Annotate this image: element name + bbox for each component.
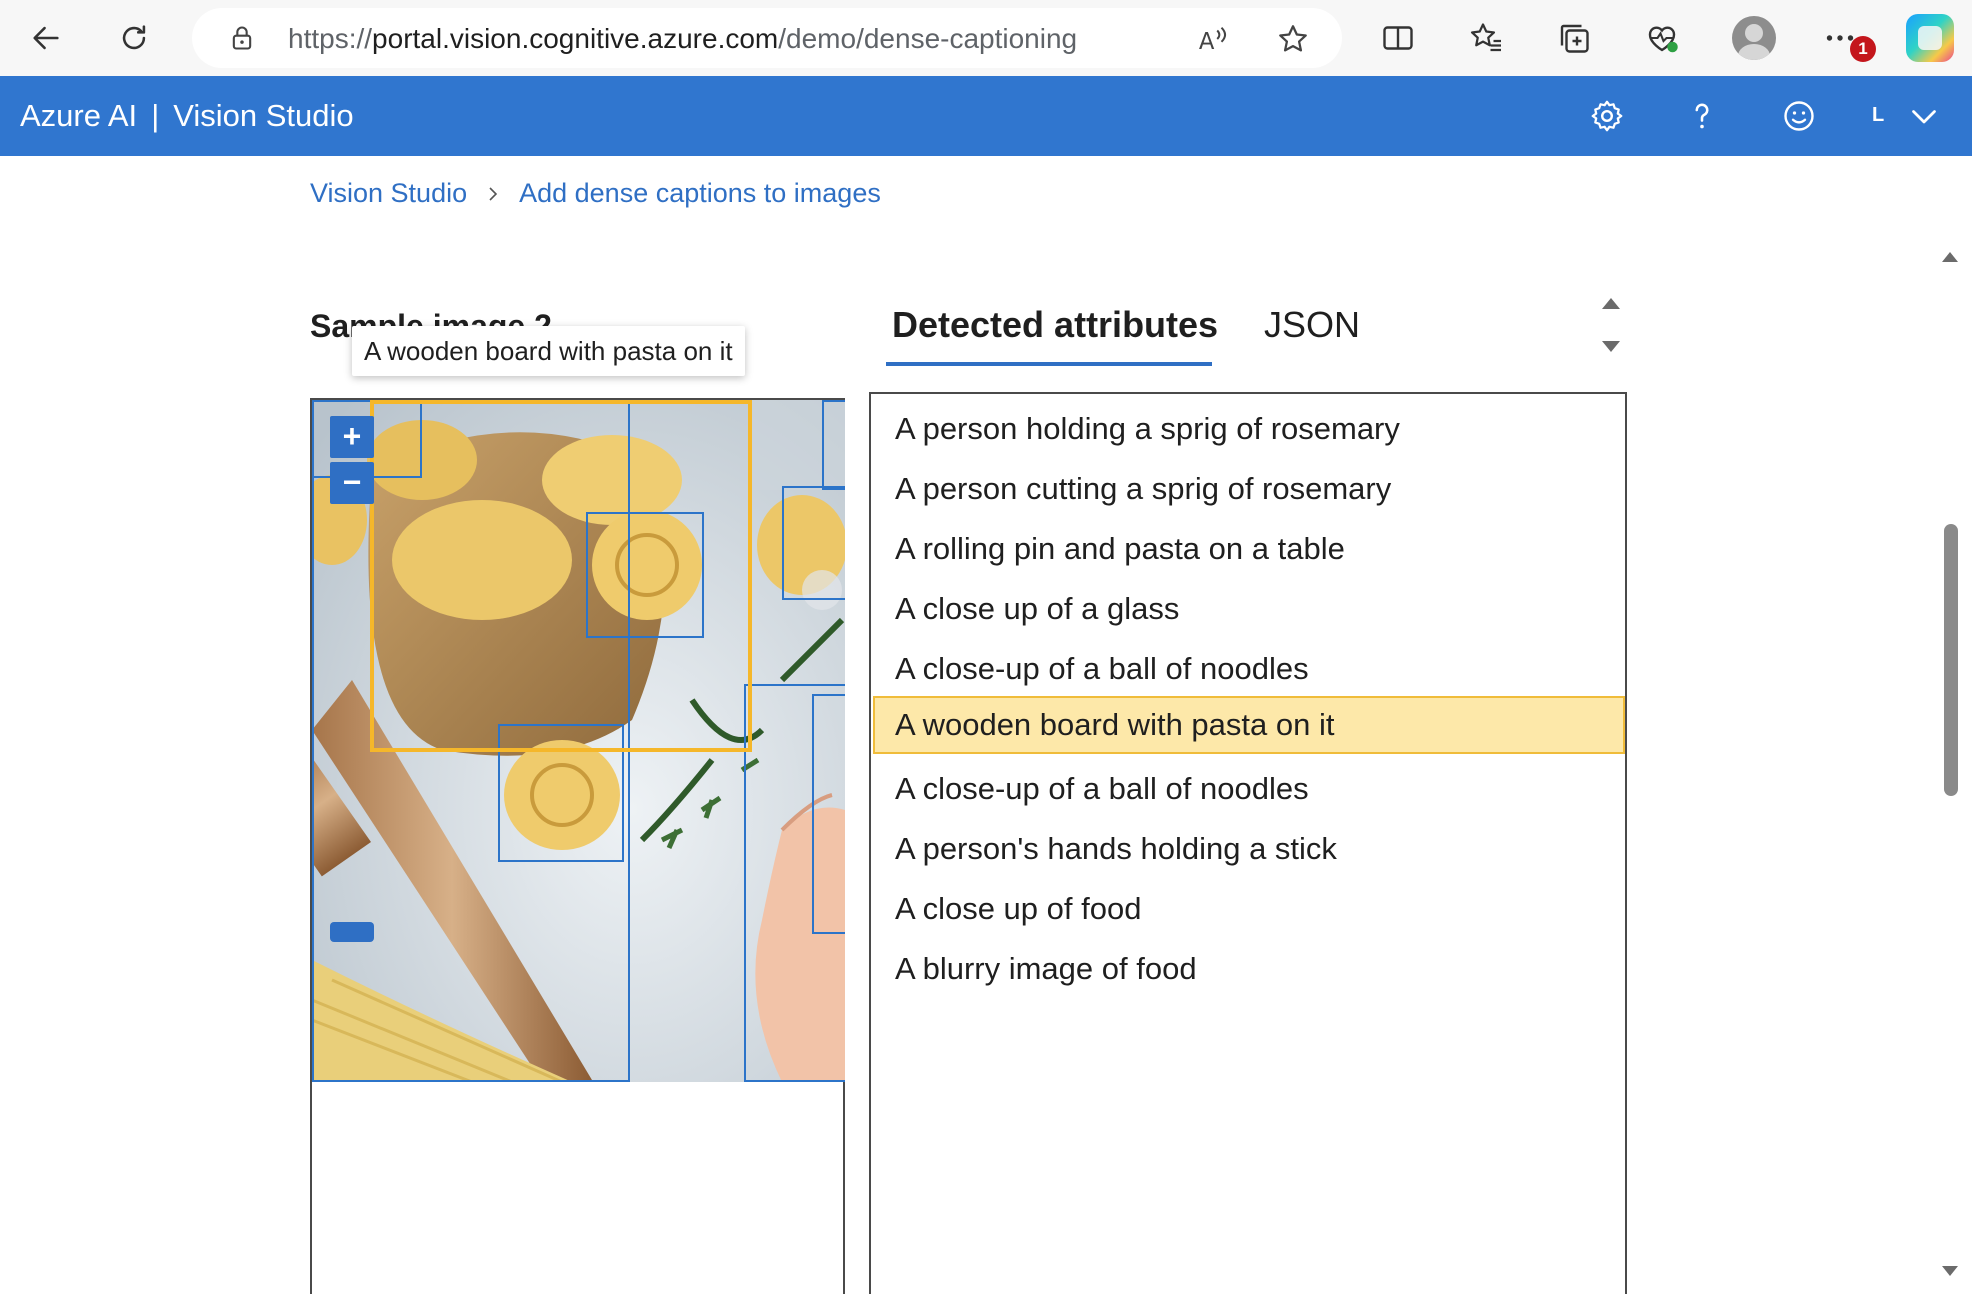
lock-icon bbox=[232, 26, 252, 50]
url-scheme: https:// bbox=[288, 23, 373, 54]
brand-label: Azure AI bbox=[20, 98, 138, 133]
page-scroll-down-icon[interactable] bbox=[1940, 1262, 1960, 1280]
zoom-in-button[interactable]: + bbox=[330, 416, 374, 458]
image-panel: + − bbox=[310, 398, 845, 1294]
url-path: /demo/dense-captioning bbox=[778, 23, 1078, 54]
bbox-selected-wooden-board[interactable] bbox=[370, 400, 752, 752]
favorite-star-icon[interactable] bbox=[1276, 22, 1310, 56]
tab-detected-attributes[interactable]: Detected attributes bbox=[886, 300, 1224, 350]
attribute-item[interactable]: A person cutting a sprig of rosemary bbox=[873, 460, 1625, 518]
help-icon[interactable] bbox=[1682, 96, 1722, 136]
url-host: portal.vision.cognitive.azure.com bbox=[372, 23, 779, 54]
url-text[interactable]: https://portal.vision.cognitive.azure.co… bbox=[288, 23, 1077, 55]
tab-json[interactable]: JSON bbox=[1258, 300, 1366, 350]
list-scroll-down-icon[interactable] bbox=[1600, 338, 1622, 356]
split-screen-icon[interactable] bbox=[1378, 18, 1418, 58]
attribute-item[interactable]: A close-up of a ball of noodles bbox=[873, 640, 1625, 698]
list-scroll-up-icon[interactable] bbox=[1600, 294, 1622, 312]
user-initial[interactable]: L bbox=[1872, 104, 1884, 127]
attribute-item-selected[interactable]: A wooden board with pasta on it bbox=[873, 696, 1625, 754]
feedback-smiley-icon[interactable] bbox=[1779, 96, 1819, 136]
breadcrumb: Vision Studio Add dense captions to imag… bbox=[310, 178, 881, 209]
detected-attributes-list: A person holding a sprig of rosemary A p… bbox=[869, 392, 1627, 1294]
collections-icon[interactable] bbox=[1554, 18, 1594, 58]
app-header: Azure AI | Vision Studio L bbox=[0, 76, 1972, 156]
title-separator: | bbox=[151, 98, 160, 133]
breadcrumb-current-page[interactable]: Add dense captions to images bbox=[519, 178, 881, 209]
breadcrumb-vision-studio[interactable]: Vision Studio bbox=[310, 178, 467, 209]
attribute-item[interactable]: A person's hands holding a stick bbox=[873, 820, 1625, 878]
bbox-region[interactable] bbox=[812, 694, 845, 934]
back-icon[interactable] bbox=[22, 14, 70, 62]
profile-avatar[interactable] bbox=[1732, 16, 1776, 60]
svg-text:A: A bbox=[1199, 29, 1215, 55]
read-aloud-icon[interactable]: A bbox=[1196, 22, 1230, 56]
page-scrollbar-thumb[interactable] bbox=[1944, 524, 1958, 796]
favorites-icon[interactable] bbox=[1466, 18, 1506, 58]
settings-gear-icon[interactable] bbox=[1587, 96, 1627, 136]
bbox-tooltip: A wooden board with pasta on it bbox=[352, 326, 745, 376]
attribute-item[interactable]: A rolling pin and pasta on a table bbox=[873, 520, 1625, 578]
active-tab-indicator bbox=[886, 362, 1212, 366]
browser-toolbar: https://portal.vision.cognitive.azure.co… bbox=[0, 0, 1972, 76]
attribute-item[interactable]: A close up of food bbox=[873, 880, 1625, 938]
product-label: Vision Studio bbox=[173, 98, 354, 133]
app-title[interactable]: Azure AI | Vision Studio bbox=[20, 98, 354, 134]
account-chevron-down-icon[interactable] bbox=[1904, 96, 1944, 136]
browser-essentials-icon[interactable] bbox=[1642, 18, 1682, 58]
address-bar[interactable]: https://portal.vision.cognitive.azure.co… bbox=[192, 8, 1342, 68]
refresh-icon[interactable] bbox=[110, 14, 158, 62]
zoom-slider-handle[interactable] bbox=[330, 922, 374, 942]
copilot-icon[interactable] bbox=[1906, 14, 1954, 62]
bbox-region[interactable] bbox=[782, 486, 845, 600]
notification-badge: 1 bbox=[1850, 36, 1876, 62]
chevron-right-icon bbox=[489, 186, 498, 201]
attribute-item[interactable]: A close up of a glass bbox=[873, 580, 1625, 638]
attribute-item[interactable]: A blurry image of food bbox=[873, 940, 1625, 998]
zoom-out-button[interactable]: − bbox=[330, 462, 374, 504]
sample-image[interactable]: + − bbox=[312, 400, 845, 1082]
attribute-item[interactable]: A close-up of a ball of noodles bbox=[873, 760, 1625, 818]
attribute-item[interactable]: A person holding a sprig of rosemary bbox=[873, 400, 1625, 458]
bbox-region[interactable] bbox=[822, 400, 845, 490]
page-scroll-up-icon[interactable] bbox=[1940, 248, 1960, 266]
